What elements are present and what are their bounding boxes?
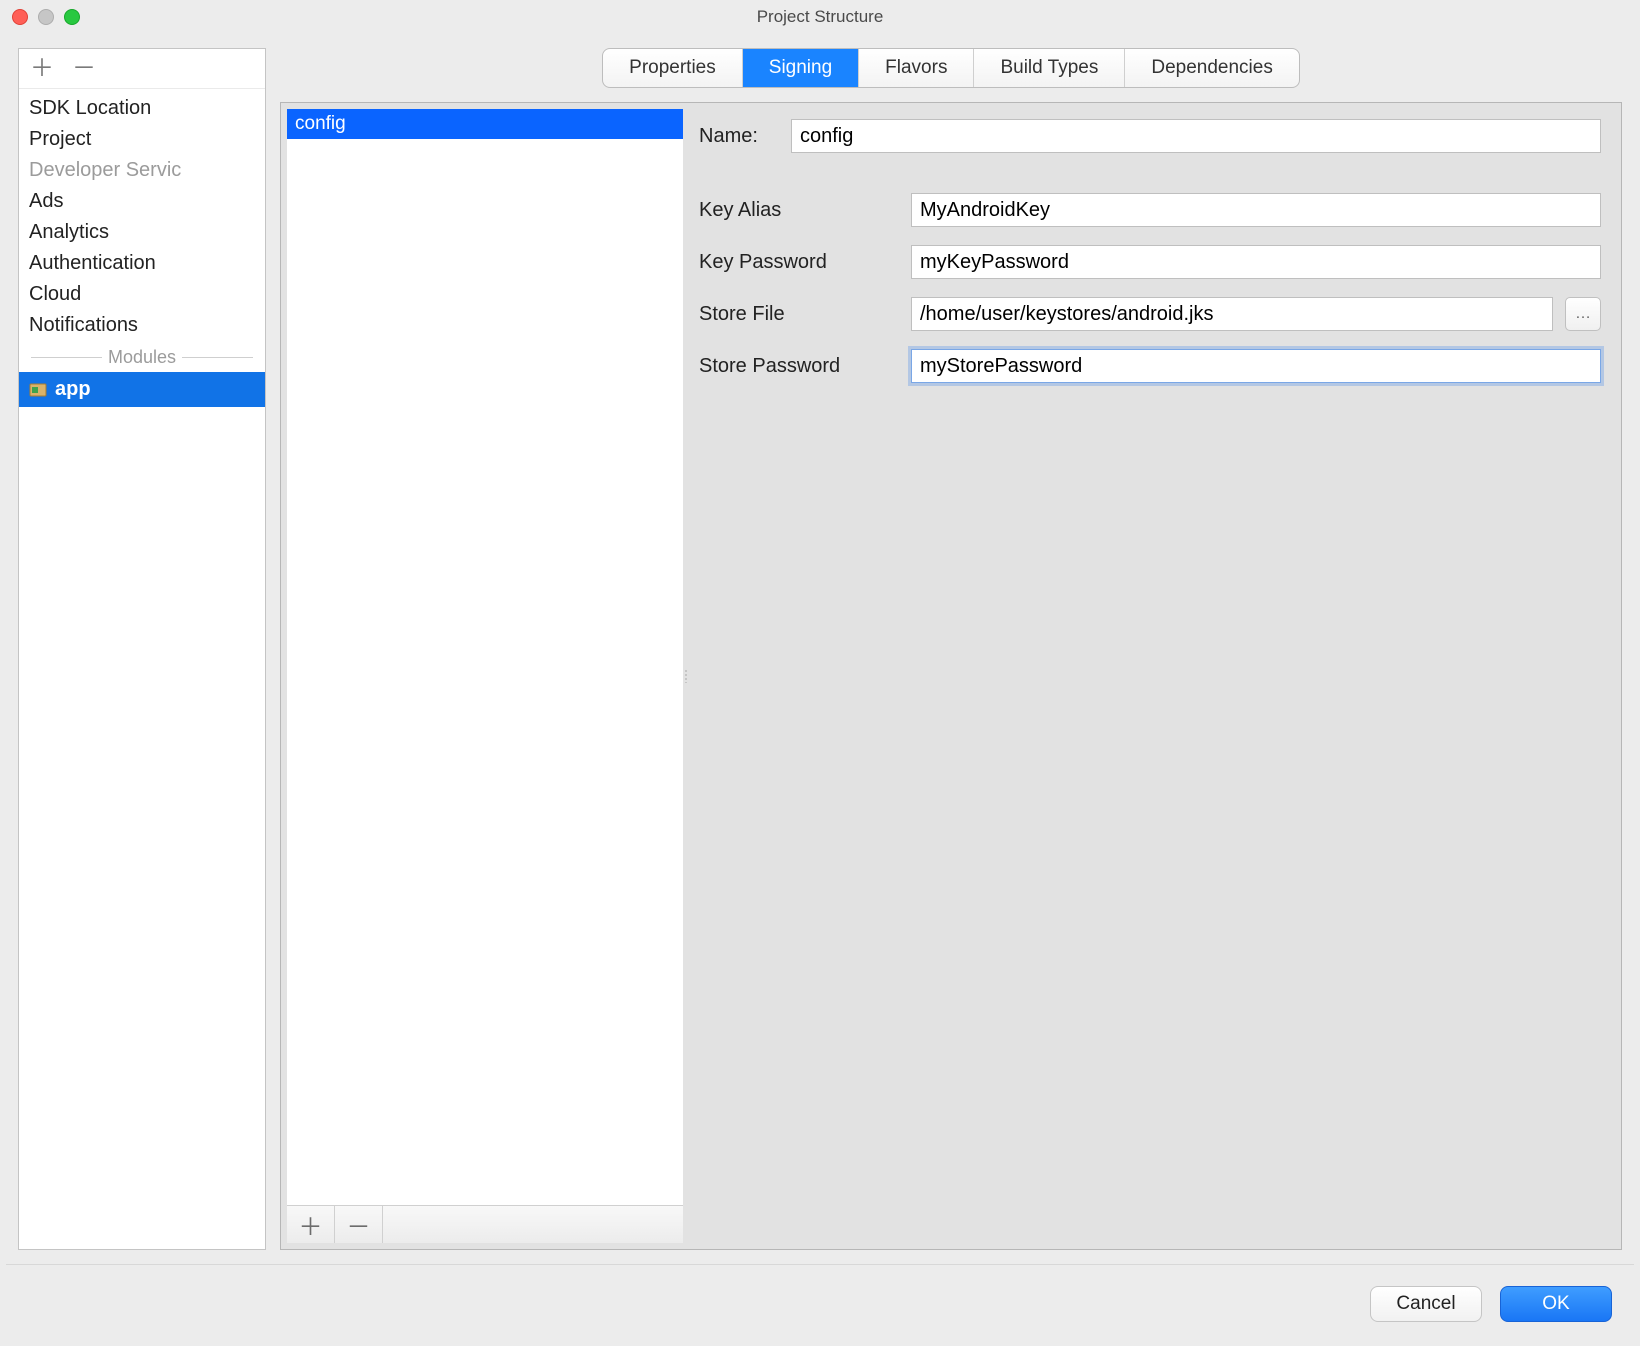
config-list[interactable]: config [287, 109, 683, 1205]
main-split: ＋ － SDK Location Project Developer Servi… [0, 34, 1640, 1264]
config-remove-button[interactable]: － [335, 1206, 383, 1243]
module-icon [29, 381, 47, 399]
browse-store-file-button[interactable]: … [1565, 297, 1601, 331]
window-title: Project Structure [0, 7, 1640, 27]
dialog-body: ＋ － SDK Location Project Developer Servi… [0, 34, 1640, 1346]
label-store-file: Store File [699, 303, 899, 326]
config-add-button[interactable]: ＋ [287, 1206, 335, 1243]
sidebar-module-app[interactable]: app [19, 372, 265, 407]
sidebar-module-label: app [55, 378, 91, 401]
sidebar-item-analytics[interactable]: Analytics [19, 217, 265, 248]
sidebar-item-cloud[interactable]: Cloud [19, 279, 265, 310]
sidebar: ＋ － SDK Location Project Developer Servi… [18, 48, 266, 1250]
input-key-password[interactable] [911, 245, 1601, 279]
sidebar-item-sdk-location[interactable]: SDK Location [19, 93, 265, 124]
grip-icon [684, 669, 688, 683]
sidebar-list: SDK Location Project Developer Servic Ad… [19, 89, 265, 1249]
sidebar-remove-button[interactable]: － [71, 57, 97, 81]
titlebar: Project Structure [0, 0, 1640, 34]
sidebar-toolbar: ＋ － [19, 49, 265, 89]
project-structure-window: Project Structure ＋ － SDK Location Proje… [0, 0, 1640, 1346]
sidebar-modules-header: Modules [19, 341, 265, 372]
label-key-alias: Key Alias [699, 199, 899, 222]
tab-build-types[interactable]: Build Types [974, 49, 1125, 87]
sidebar-add-button[interactable]: ＋ [29, 57, 55, 81]
sidebar-item-project[interactable]: Project [19, 124, 265, 155]
row-name: Name: [699, 119, 1601, 153]
dialog-footer: Cancel OK [0, 1276, 1640, 1346]
label-key-password: Key Password [699, 251, 899, 274]
sidebar-item-notifications[interactable]: Notifications [19, 310, 265, 341]
tab-signing[interactable]: Signing [743, 49, 859, 87]
config-list-item[interactable]: config [287, 109, 683, 139]
label-name: Name: [699, 125, 779, 148]
sidebar-item-authentication[interactable]: Authentication [19, 248, 265, 279]
row-store-password: Store Password [699, 349, 1601, 383]
tab-segmented-control: Properties Signing Flavors Build Types D… [602, 48, 1300, 88]
sidebar-item-ads[interactable]: Ads [19, 186, 265, 217]
row-store-file: Store File … [699, 297, 1601, 331]
ok-button[interactable]: OK [1500, 1286, 1612, 1322]
tab-flavors[interactable]: Flavors [859, 49, 974, 87]
cancel-button[interactable]: Cancel [1370, 1286, 1482, 1322]
signing-form: Name: Key Alias Key Password Store [689, 103, 1621, 1249]
config-list-panel: config ＋ － [287, 109, 683, 1243]
row-key-password: Key Password [699, 245, 1601, 279]
tab-properties[interactable]: Properties [603, 49, 743, 87]
tabs-bar: Properties Signing Flavors Build Types D… [280, 48, 1622, 88]
input-store-password[interactable] [911, 349, 1601, 383]
input-name[interactable] [791, 119, 1601, 153]
row-key-alias: Key Alias [699, 193, 1601, 227]
footer-separator [6, 1264, 1634, 1276]
label-store-password: Store Password [699, 355, 899, 378]
sidebar-modules-label: Modules [108, 347, 176, 368]
tab-dependencies[interactable]: Dependencies [1125, 49, 1298, 87]
right-pane: Properties Signing Flavors Build Types D… [280, 48, 1622, 1250]
input-store-file[interactable] [911, 297, 1553, 331]
config-list-toolbar: ＋ － [287, 1205, 683, 1243]
sidebar-group-developer-services: Developer Servic [19, 155, 265, 186]
input-key-alias[interactable] [911, 193, 1601, 227]
signing-panel: config ＋ － Name: [280, 102, 1622, 1250]
